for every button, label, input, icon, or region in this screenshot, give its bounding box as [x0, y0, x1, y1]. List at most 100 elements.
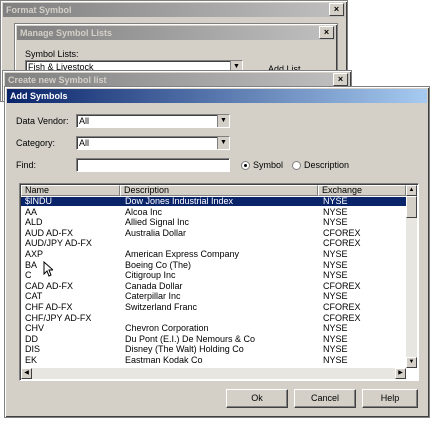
category-select[interactable]: All ▼	[76, 136, 230, 150]
table-row[interactable]: CHV Chevron Corporation NYSE	[21, 324, 406, 333]
symbol-radio-label[interactable]: Symbol	[253, 160, 283, 170]
cell-exchange: NYSE	[323, 355, 348, 365]
cell-exchange: CFOREX	[323, 227, 361, 238]
cell-name: CAD AD-FX	[25, 280, 74, 291]
cell-description: American Express Company	[125, 249, 240, 259]
create-list-close-button[interactable]: ×	[333, 73, 348, 86]
add-symbols-title: Add Symbols	[7, 89, 427, 103]
chevron-down-icon[interactable]: ▼	[217, 115, 229, 127]
scroll-left-button[interactable]: ◀	[21, 368, 32, 379]
cell-description: Australia Dollar	[125, 227, 187, 238]
chevron-down-icon[interactable]: ▼	[217, 137, 229, 149]
cell-description: Allied Signal Inc	[125, 217, 190, 228]
mouse-cursor-icon	[43, 261, 53, 277]
cell-exchange: NYSE	[323, 333, 348, 344]
cell-exchange: NYSE	[323, 344, 348, 355]
table-row[interactable]: CAT Caterpillar Inc NYSE	[21, 292, 406, 301]
cell-description: Chevron Corporation	[125, 323, 209, 334]
help-button[interactable]: Help	[362, 389, 418, 408]
cell-name: CHF AD-FX	[25, 302, 73, 312]
cell-name: $INDU	[25, 196, 53, 206]
cell-exchange: NYSE	[323, 206, 348, 217]
data-vendor-value: All	[79, 116, 90, 126]
find-label: Find:	[16, 160, 37, 170]
table-row[interactable]: EK Eastman Kodak Co NYSE	[21, 356, 406, 365]
cell-name: ALD	[25, 217, 43, 228]
ok-button[interactable]: Ok	[226, 389, 288, 408]
cell-exchange: NYSE	[323, 249, 348, 259]
cell-description: Switzerland Franc	[125, 302, 198, 312]
cell-description: Alcoa Inc	[125, 206, 163, 217]
table-row[interactable]: $INDU Dow Jones Industrial Index NYSE	[21, 197, 406, 206]
cell-exchange: NYSE	[323, 259, 348, 270]
cell-name: DD	[25, 333, 38, 344]
data-vendor-select[interactable]: All ▼	[76, 114, 230, 128]
scroll-up-button[interactable]: ▲	[406, 185, 417, 196]
cell-name: BA	[25, 259, 38, 270]
cell-description: Dow Jones Industrial Index	[125, 196, 234, 206]
table-row[interactable]: CHF/JPY AD-FX CFOREX	[21, 312, 406, 323]
manage-lists-title: Manage Symbol Lists	[17, 26, 335, 40]
cell-exchange: CFOREX	[323, 302, 361, 312]
table-row[interactable]: AUD AD-FX Australia Dollar CFOREX	[21, 227, 406, 238]
scroll-thumb[interactable]	[406, 196, 417, 218]
cell-description: Canada Dollar	[125, 280, 183, 291]
cell-description: Caterpillar Inc	[125, 291, 181, 302]
cell-name: DIS	[25, 344, 41, 355]
cell-exchange: NYSE	[323, 291, 348, 302]
cell-exchange: NYSE	[323, 323, 348, 334]
cell-name: C	[25, 270, 32, 281]
cell-name: AUD/JPY AD-FX	[25, 238, 92, 249]
symbol-lists-label: Symbol Lists:	[25, 49, 79, 59]
vertical-scrollbar[interactable]: ▲ ▼	[406, 185, 417, 368]
cell-exchange: CFOREX	[323, 280, 361, 291]
create-list-title: Create new Symbol list	[5, 73, 349, 87]
cell-name: AUD AD-FX	[25, 227, 74, 238]
cell-description: Boeing Co (The)	[125, 259, 192, 270]
table-row[interactable]: AA Alcoa Inc NYSE	[21, 206, 406, 217]
description-radio[interactable]	[292, 161, 301, 170]
cell-exchange: NYSE	[323, 196, 348, 206]
data-vendor-label: Data Vendor:	[16, 116, 69, 126]
cell-name: CHV	[25, 323, 45, 334]
format-symbol-close-button[interactable]: ×	[329, 3, 344, 16]
table-row[interactable]: DD Du Pont (E.I.) De Nemours & Co NYSE	[21, 333, 406, 344]
manage-lists-close-button[interactable]: ×	[319, 26, 334, 39]
symbols-list[interactable]: Name Description Exchange $INDU Dow Jones…	[19, 183, 419, 381]
cell-name: AXP	[25, 249, 44, 259]
cell-exchange: NYSE	[323, 217, 348, 228]
cell-exchange: CFOREX	[323, 312, 361, 323]
cell-exchange: CFOREX	[323, 238, 361, 249]
horizontal-scrollbar[interactable]: ◀ ▶	[21, 368, 406, 379]
table-row[interactable]: ALD Allied Signal Inc NYSE	[21, 218, 406, 227]
table-row[interactable]: DIS Disney (The Walt) Holding Co NYSE	[21, 345, 406, 354]
category-value: All	[79, 138, 90, 148]
category-label: Category:	[16, 138, 56, 148]
cancel-button[interactable]: Cancel	[294, 389, 356, 408]
cell-description: Du Pont (E.I.) De Nemours & Co	[125, 333, 256, 344]
table-row[interactable]: CHF AD-FX Switzerland Franc CFOREX	[21, 303, 406, 312]
description-radio-label[interactable]: Description	[304, 160, 349, 170]
column-header-exchange[interactable]: Exchange	[318, 185, 406, 196]
table-row[interactable]: AXP American Express Company NYSE	[21, 250, 406, 259]
symbol-radio[interactable]	[241, 161, 250, 170]
find-input[interactable]	[76, 158, 230, 172]
column-header-description[interactable]: Description	[120, 185, 318, 196]
table-row[interactable]: C Citigroup Inc NYSE	[21, 271, 406, 280]
table-row[interactable]: AUD/JPY AD-FX CFOREX	[21, 239, 406, 248]
table-row[interactable]: CAD AD-FX Canada Dollar CFOREX	[21, 280, 406, 291]
cell-exchange: NYSE	[323, 270, 348, 281]
cell-description: Eastman Kodak Co	[125, 355, 203, 365]
cell-name: CAT	[25, 291, 43, 302]
cell-name: EK	[25, 355, 38, 365]
scroll-down-button[interactable]: ▼	[406, 357, 417, 368]
add-symbols-dialog: Add Symbols Data Vendor: All ▼ Category:…	[4, 86, 430, 418]
cell-description: Disney (The Walt) Holding Co	[125, 344, 244, 355]
cell-name: AA	[25, 206, 38, 217]
column-header-name[interactable]: Name	[21, 185, 120, 196]
table-row[interactable]: BA Boeing Co (The) NYSE	[21, 259, 406, 270]
cell-name: CHF/JPY AD-FX	[25, 312, 92, 323]
scroll-right-button[interactable]: ▶	[395, 368, 406, 379]
format-symbol-title: Format Symbol	[3, 3, 345, 17]
cell-description: Citigroup Inc	[125, 270, 176, 281]
